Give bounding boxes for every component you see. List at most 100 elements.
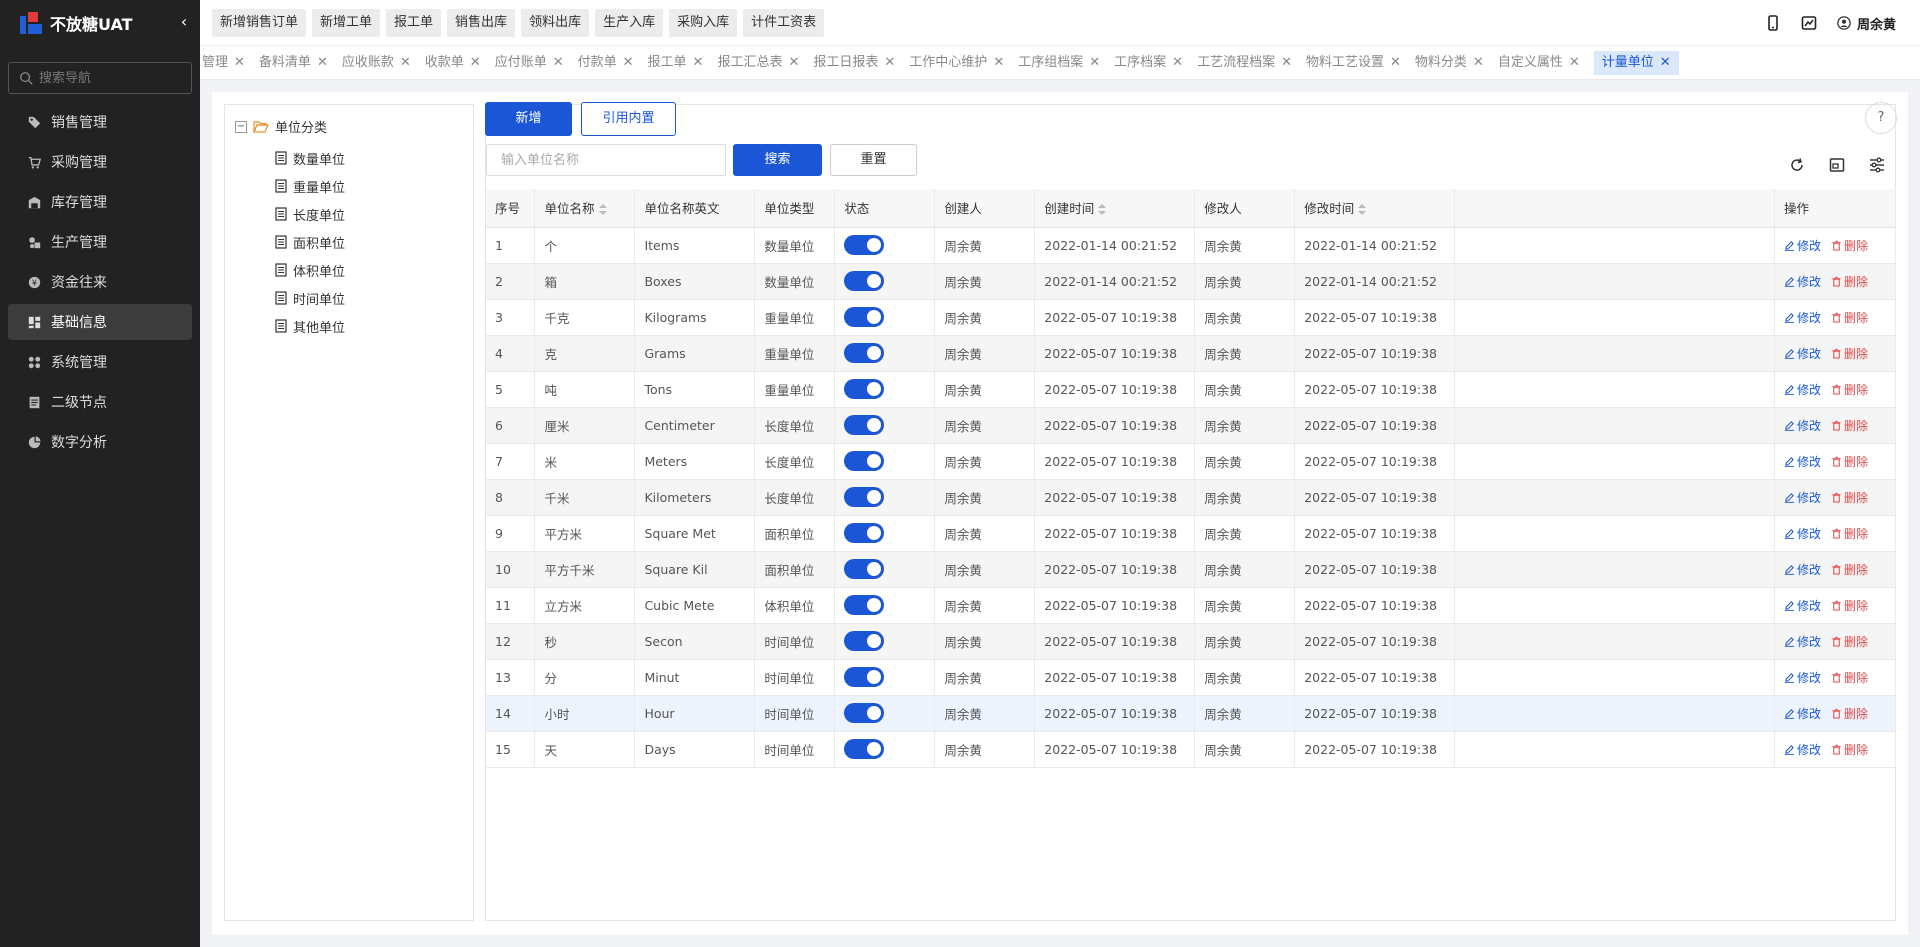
tab-item[interactable]: 物料工艺设置 ✕: [1306, 51, 1401, 75]
tree-node[interactable]: 时间单位: [275, 284, 345, 312]
delete-button[interactable]: 删除: [1831, 633, 1868, 650]
chart-icon[interactable]: [1801, 15, 1817, 31]
close-icon[interactable]: ✕: [884, 51, 895, 75]
delete-button[interactable]: 删除: [1831, 669, 1868, 686]
edit-button[interactable]: 修改: [1784, 237, 1821, 254]
table-row[interactable]: 5 吨 Tons 重量单位 周余黄 2022-05-07 10:19:38 周余黄 2022-…: [486, 371, 1897, 408]
tab-item[interactable]: 自定义属性 ✕: [1498, 51, 1580, 75]
status-toggle[interactable]: [844, 523, 885, 543]
close-icon[interactable]: ✕: [470, 51, 481, 75]
tab-item[interactable]: 应收账款 ✕: [342, 51, 411, 75]
tree-node[interactable]: 重量单位: [275, 172, 345, 200]
close-icon[interactable]: ✕: [993, 51, 1004, 75]
table-row[interactable]: 13 分 Minut 时间单位 周余黄 2022-05-07 10:19:38 周余黄 202…: [486, 659, 1897, 696]
edit-button[interactable]: 修改: [1784, 705, 1821, 722]
status-toggle[interactable]: [844, 235, 885, 255]
status-toggle[interactable]: [844, 559, 885, 579]
status-toggle[interactable]: [844, 271, 885, 291]
tab-item[interactable]: 备料清单 ✕: [259, 51, 328, 75]
collapse-sidebar-icon[interactable]: ‹: [174, 12, 194, 32]
status-toggle[interactable]: [844, 415, 885, 435]
close-icon[interactable]: ✕: [1569, 51, 1580, 75]
close-icon[interactable]: ✕: [1281, 51, 1292, 75]
quick-action-button[interactable]: 新增销售订单: [212, 8, 307, 37]
edit-button[interactable]: 修改: [1784, 633, 1821, 650]
close-icon[interactable]: ✕: [400, 51, 411, 75]
delete-button[interactable]: 删除: [1831, 309, 1868, 326]
table-row[interactable]: 3 千克 Kilograms 重量单位 周余黄 2022-05-07 10:19:38 周余…: [486, 299, 1897, 336]
table-row[interactable]: 1 个 Items 数量单位 周余黄 2022-01-14 00:21:52 周余黄 2022…: [486, 227, 1897, 264]
tree-collapse-icon[interactable]: −: [235, 120, 247, 133]
sidebar-item-3[interactable]: 生产管理: [8, 224, 192, 260]
tab-item[interactable]: 报工单 ✕: [648, 51, 704, 75]
edit-button[interactable]: 修改: [1784, 417, 1821, 434]
edit-button[interactable]: 修改: [1784, 741, 1821, 758]
sidebar-item-0[interactable]: 销售管理: [8, 104, 192, 140]
tab-item[interactable]: 工序档案 ✕: [1114, 51, 1183, 75]
sort-icon[interactable]: [1358, 203, 1367, 216]
tab-item[interactable]: 管理 ✕: [202, 51, 245, 75]
delete-button[interactable]: 删除: [1831, 417, 1868, 434]
table-row[interactable]: 15 天 Days 时间单位 周余黄 2022-05-07 10:19:38 周余黄 2022…: [486, 731, 1897, 768]
close-icon[interactable]: ✕: [317, 51, 328, 75]
delete-button[interactable]: 删除: [1831, 489, 1868, 506]
search-button[interactable]: 搜索: [733, 144, 822, 176]
table-row[interactable]: 10 平方千米 Square Kil 面积单位 周余黄 2022-05-07 10:19:…: [486, 551, 1897, 588]
tab-item[interactable]: 收款单 ✕: [425, 51, 481, 75]
tree-node[interactable]: 数量单位: [275, 144, 345, 172]
edit-button[interactable]: 修改: [1784, 273, 1821, 290]
close-icon[interactable]: ✕: [623, 51, 634, 75]
sidebar-item-7[interactable]: 二级节点: [8, 384, 192, 420]
tab-item[interactable]: 报工日报表 ✕: [813, 51, 895, 75]
close-icon[interactable]: ✕: [1089, 51, 1100, 75]
quick-action-button[interactable]: 计件工资表: [743, 8, 825, 37]
sidebar-item-4[interactable]: ¥ 资金往来: [8, 264, 192, 300]
edit-button[interactable]: 修改: [1784, 669, 1821, 686]
column-header[interactable]: 创建时间: [1034, 189, 1196, 228]
column-header[interactable]: 单位名称: [534, 189, 636, 228]
sidebar-item-1[interactable]: 采购管理: [8, 144, 192, 180]
close-icon[interactable]: ✕: [693, 51, 704, 75]
status-toggle[interactable]: [844, 451, 885, 471]
table-row[interactable]: 11 立方米 Cubic Mete 体积单位 周余黄 2022-05-07 10:19:3…: [486, 587, 1897, 624]
refresh-icon[interactable]: [1789, 157, 1805, 173]
tree-node[interactable]: 面积单位: [275, 228, 345, 256]
tab-item[interactable]: 工作中心维护 ✕: [909, 51, 1004, 75]
sort-icon[interactable]: [598, 203, 607, 216]
tab-item[interactable]: 计量单位 ✕: [1593, 50, 1679, 75]
status-toggle[interactable]: [844, 379, 885, 399]
add-button[interactable]: 新增: [485, 102, 572, 136]
tree-node[interactable]: 体积单位: [275, 256, 345, 284]
sidebar-item-8[interactable]: 数字分析: [8, 424, 192, 460]
delete-button[interactable]: 删除: [1831, 237, 1868, 254]
quick-action-button[interactable]: 销售出库: [447, 8, 516, 37]
sidebar-item-2[interactable]: 库存管理: [8, 184, 192, 220]
edit-button[interactable]: 修改: [1784, 489, 1821, 506]
quick-action-button[interactable]: 新增工单: [312, 8, 381, 37]
help-icon[interactable]: ?: [1865, 102, 1897, 134]
edit-button[interactable]: 修改: [1784, 561, 1821, 578]
settings-sliders-icon[interactable]: [1869, 157, 1885, 173]
delete-button[interactable]: 删除: [1831, 453, 1868, 470]
sidebar-item-6[interactable]: 系统管理: [8, 344, 192, 380]
status-toggle[interactable]: [844, 487, 885, 507]
quick-action-button[interactable]: 报工单: [386, 8, 442, 37]
close-icon[interactable]: ✕: [1473, 51, 1484, 75]
close-icon[interactable]: ✕: [788, 51, 799, 75]
reset-button[interactable]: 重置: [830, 144, 917, 176]
tree-node[interactable]: 其他单位: [275, 312, 345, 340]
quick-action-button[interactable]: 生产入库: [595, 8, 664, 37]
delete-button[interactable]: 删除: [1831, 381, 1868, 398]
column-setting-icon[interactable]: [1829, 157, 1845, 173]
table-row[interactable]: 6 厘米 Centimeter 长度单位 周余黄 2022-05-07 10:19:38 周…: [486, 407, 1897, 444]
edit-button[interactable]: 修改: [1784, 381, 1821, 398]
tab-item[interactable]: 工序组档案 ✕: [1018, 51, 1100, 75]
table-row[interactable]: 8 千米 Kilometers 长度单位 周余黄 2022-05-07 10:19:38 周…: [486, 479, 1897, 516]
status-toggle[interactable]: [844, 307, 885, 327]
status-toggle[interactable]: [844, 595, 885, 615]
user-menu[interactable]: 周余黄: [1837, 14, 1896, 33]
sort-icon[interactable]: [1098, 203, 1107, 216]
close-icon[interactable]: ✕: [1660, 51, 1671, 75]
nav-search[interactable]: [8, 62, 192, 94]
table-row[interactable]: 7 米 Meters 长度单位 周余黄 2022-05-07 10:19:38 周余黄 202…: [486, 443, 1897, 480]
